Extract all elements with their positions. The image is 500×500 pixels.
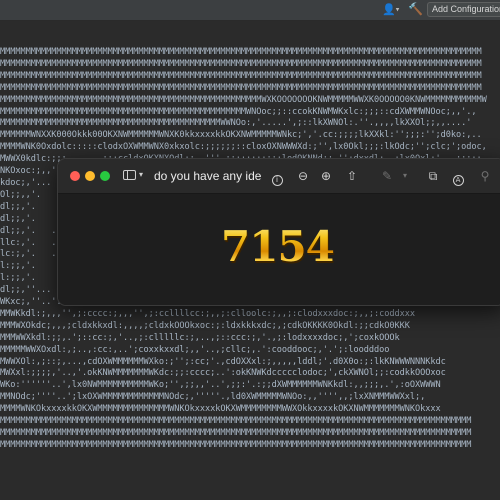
user-icon[interactable]: 👤▾ — [382, 3, 400, 16]
captcha-number: 7154 — [221, 221, 341, 273]
search-icon[interactable]: ⚲ — [476, 167, 494, 185]
annotate-icon[interactable]: A — [449, 167, 467, 186]
sidebar-icon[interactable] — [123, 170, 136, 180]
zoom-window-button[interactable] — [100, 171, 110, 181]
minimize-window-button[interactable] — [85, 171, 95, 181]
chevron-down-icon[interactable]: ▾ — [139, 168, 143, 182]
chevron-down-icon[interactable]: ▾ — [400, 167, 410, 185]
preview-content: 7154 — [58, 194, 500, 305]
preview-titlebar: ▾ do you have any ide... i ⊖ ⊕ ⇧ ✎ ▾ ⧉ A… — [58, 159, 500, 194]
close-window-button[interactable] — [70, 171, 80, 181]
window-title: do you have any ide... — [154, 169, 262, 183]
zoom-in-icon[interactable]: ⊕ — [317, 167, 335, 185]
preview-window: ▾ do you have any ide... i ⊖ ⊕ ⇧ ✎ ▾ ⧉ A… — [57, 158, 500, 306]
zoom-out-icon[interactable]: ⊖ — [294, 167, 312, 185]
add-configuration-button[interactable]: Add Configuration... — [427, 2, 500, 17]
share-icon[interactable]: ⇧ — [343, 167, 361, 185]
hammer-icon[interactable]: 🔨 — [408, 2, 423, 16]
rotate-icon[interactable]: ⧉ — [424, 167, 442, 185]
markup-pen-icon[interactable]: ✎ — [378, 167, 396, 185]
info-icon[interactable]: i — [268, 167, 286, 186]
ide-toolbar: 👤▾ 🔨 Add Configuration... — [0, 0, 500, 21]
